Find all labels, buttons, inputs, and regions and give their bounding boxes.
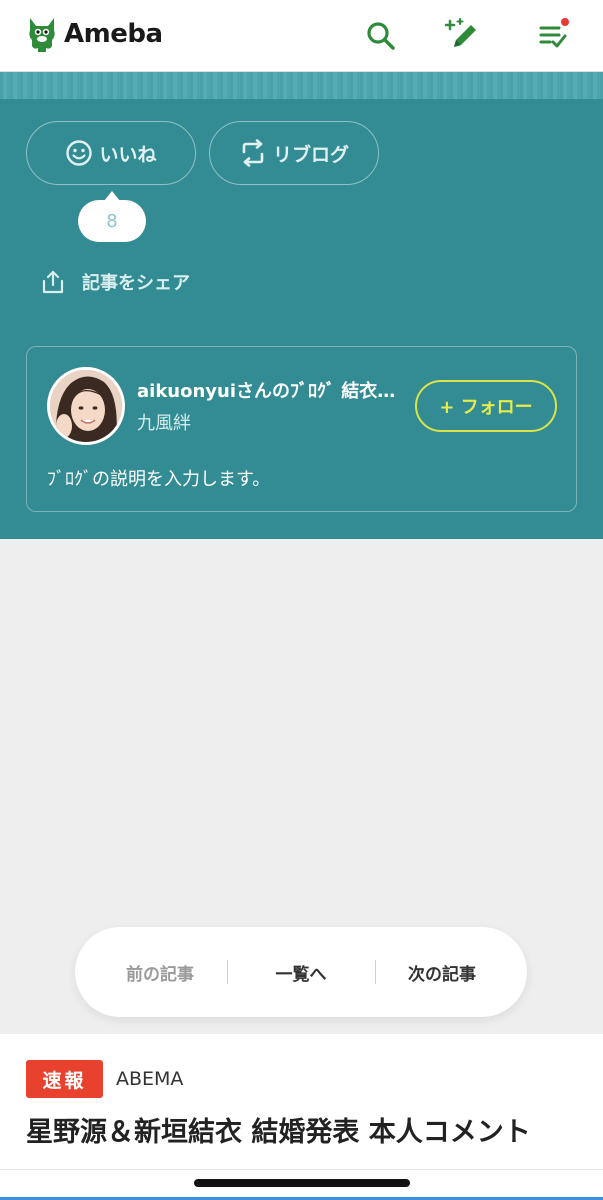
avatar[interactable] xyxy=(47,367,125,445)
ameba-logo[interactable]: Ameba xyxy=(26,14,163,54)
blogger-profile-card: aikuonyuiさんのﾌﾞﾛｸﾞ 結衣… 九風絆 + フォロー ﾌﾞﾛｸﾞの説… xyxy=(26,346,577,512)
write-post-button[interactable] xyxy=(443,16,483,56)
blog-author: 九風絆 xyxy=(137,413,191,434)
reblog-button[interactable]: リブログ xyxy=(209,121,379,185)
share-label: 記事をシェア xyxy=(82,273,190,294)
app-header: Ameba xyxy=(0,0,603,72)
share-article-button[interactable]: 記事をシェア xyxy=(40,269,190,295)
like-label: いいね xyxy=(99,143,157,166)
article-pager: 前の記事 一覧へ 次の記事 xyxy=(75,927,527,1017)
breaking-badge: 速報 xyxy=(26,1060,103,1098)
avatar-image xyxy=(50,370,122,442)
prev-article-link[interactable]: 前の記事 xyxy=(100,927,220,1017)
write-icon xyxy=(444,18,476,47)
like-button[interactable]: いいね xyxy=(26,121,196,185)
news-headline[interactable]: 星野源＆新垣結衣 結婚発表 本人コメント xyxy=(26,1110,531,1149)
reblog-icon xyxy=(242,139,264,167)
share-icon xyxy=(42,270,64,294)
search-icon xyxy=(367,22,395,50)
like-count-bubble: 8 xyxy=(78,191,146,242)
article-actions-section: いいね リブログ 8 記事をシェア aikuonyuiさんのﾌﾞﾛｸﾞ 結衣… … xyxy=(0,99,603,539)
article-list-link[interactable]: 一覧へ xyxy=(241,927,361,1017)
pager-divider xyxy=(375,960,376,984)
decorative-strip xyxy=(0,72,603,99)
follow-button[interactable]: + フォロー xyxy=(415,380,557,432)
like-count: 8 xyxy=(106,210,118,232)
notifications-button[interactable] xyxy=(533,16,573,56)
ameba-mascot-icon xyxy=(29,18,55,52)
news-source: ABEMA xyxy=(116,1068,184,1090)
blog-description: ﾌﾞﾛｸﾞの説明を入力します。 xyxy=(47,469,271,490)
smiley-icon xyxy=(66,140,93,166)
notification-dot xyxy=(559,16,571,28)
reblog-label: リブログ xyxy=(272,143,349,166)
logo-text: Ameba xyxy=(64,19,163,49)
blog-title[interactable]: aikuonyuiさんのﾌﾞﾛｸﾞ 結衣… xyxy=(137,377,407,403)
breaking-news[interactable]: 速報 ABEMA 星野源＆新垣結衣 結婚発表 本人コメント xyxy=(0,1034,603,1200)
divider xyxy=(0,1169,603,1170)
home-indicator[interactable] xyxy=(194,1179,410,1187)
next-article-link[interactable]: 次の記事 xyxy=(382,927,502,1017)
search-button[interactable] xyxy=(361,16,401,56)
pager-divider xyxy=(227,960,228,984)
